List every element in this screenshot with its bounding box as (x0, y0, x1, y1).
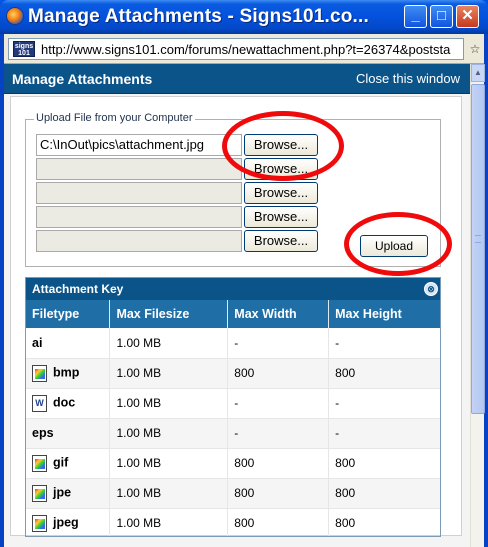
annotation-circle (344, 212, 452, 276)
address-bar: signs 101 http://www.signs101.com/forums… (4, 34, 484, 64)
minimize-button[interactable]: _ (404, 5, 427, 28)
file-path-input[interactable] (36, 158, 242, 180)
filetype-cell: Wdoc (26, 388, 111, 419)
max-filesize-cell: 1.00 MB (109, 388, 229, 419)
upload-legend: Upload File from your Computer (34, 112, 195, 124)
image-icon (32, 484, 47, 502)
column-header: Max Width (227, 300, 330, 328)
max-height-cell: 800 (328, 478, 440, 509)
close-this-window-link[interactable]: Close this window (356, 71, 460, 86)
filetype-label: eps (32, 426, 54, 440)
filetype-cell: bmp (26, 358, 111, 389)
word-icon: W (32, 394, 47, 412)
table-row: bmp 1.00 MB 800 800 (26, 358, 440, 389)
filetype-cell: eps (26, 418, 111, 449)
table-row: jpe 1.00 MB 800 800 (26, 478, 440, 509)
firefox-icon (6, 7, 24, 25)
scroll-grip-icon (475, 235, 481, 243)
max-width-cell: - (227, 418, 330, 449)
image-icon (32, 454, 47, 472)
page-title: Manage Attachments (12, 71, 153, 87)
browse-button[interactable]: Browse... (244, 206, 318, 228)
filetype-label: doc (53, 395, 76, 410)
max-height-cell: 800 (328, 358, 440, 389)
max-height-cell: 800 (328, 448, 440, 479)
filetype-label: jpe (53, 485, 72, 500)
table-header-row: Filetype Max Filesize Max Width Max Heig… (26, 300, 440, 328)
scroll-up-arrow-icon[interactable]: ▲ (471, 64, 485, 82)
filetype-label: gif (53, 455, 69, 470)
attachment-key-header: Attachment Key ⊗ (26, 278, 440, 300)
max-filesize-cell: 1.00 MB (109, 358, 229, 389)
column-header: Max Filesize (109, 300, 229, 328)
max-filesize-cell: 1.00 MB (109, 448, 229, 479)
file-row: Browse... (36, 206, 326, 228)
close-window-button[interactable]: ✕ (456, 5, 479, 28)
browse-button[interactable]: Browse... (244, 182, 318, 204)
url-field[interactable]: signs 101 http://www.signs101.com/forums… (8, 38, 464, 60)
filetype-label: bmp (53, 365, 80, 380)
max-filesize-cell: 1.00 MB (109, 418, 229, 449)
table-row: jpeg 1.00 MB 800 800 (26, 508, 440, 536)
column-header: Max Height (328, 300, 440, 328)
attachment-key-title: Attachment Key (32, 282, 124, 296)
filetype-cell: ai (26, 328, 111, 359)
max-width-cell: 800 (227, 358, 330, 389)
column-header: Filetype (26, 300, 111, 328)
filetype-label: jpeg (53, 515, 79, 530)
max-height-cell: - (328, 418, 440, 449)
max-width-cell: - (227, 388, 330, 419)
file-path-input[interactable] (36, 230, 242, 252)
filetype-label: ai (32, 335, 43, 350)
filetype-cell: gif (26, 448, 111, 479)
attachment-key-table: Attachment Key ⊗ Filetype Max Filesize M… (25, 277, 441, 537)
filetype-cell: jpeg (26, 508, 111, 536)
max-width-cell: 800 (227, 478, 330, 509)
header-bar: Manage Attachments Close this window (4, 64, 470, 94)
table-row: Wdoc 1.00 MB - - (26, 388, 440, 419)
bookmark-star-icon[interactable]: ☆ (466, 40, 484, 58)
image-icon (32, 364, 47, 382)
max-width-cell: 800 (227, 448, 330, 479)
collapse-icon[interactable]: ⊗ (424, 282, 438, 296)
file-row: Browse... (36, 182, 326, 204)
max-filesize-cell: 1.00 MB (109, 478, 229, 509)
annotation-circle (222, 111, 344, 181)
scroll-thumb[interactable] (471, 84, 485, 414)
window-title: Manage Attachments - Signs101.co... (28, 6, 369, 27)
vertical-scrollbar[interactable]: ▲ (470, 64, 485, 547)
file-path-input[interactable]: C:\InOut\pics\attachment.jpg (36, 134, 242, 156)
filetype-table: Filetype Max Filesize Max Width Max Heig… (26, 300, 440, 536)
file-path-input[interactable] (36, 206, 242, 228)
filetype-cell: jpe (26, 478, 111, 509)
table-row: ai 1.00 MB - - (26, 328, 440, 359)
browse-button[interactable]: Browse... (244, 230, 318, 252)
max-filesize-cell: 1.00 MB (109, 328, 229, 359)
max-filesize-cell: 1.00 MB (109, 508, 229, 536)
max-height-cell: - (328, 388, 440, 419)
maximize-button[interactable]: □ (430, 5, 453, 28)
site-favicon-icon: signs 101 (13, 41, 35, 57)
max-height-cell: - (328, 328, 440, 359)
url-text: http://www.signs101.com/forums/newattach… (41, 42, 451, 57)
title-bar[interactable]: Manage Attachments - Signs101.co... _ □ … (0, 0, 488, 34)
table-row: eps 1.00 MB - - (26, 418, 440, 449)
file-row: Browse... (36, 230, 326, 252)
image-icon (32, 514, 47, 532)
max-width-cell: 800 (227, 508, 330, 536)
file-path-input[interactable] (36, 182, 242, 204)
browser-popup-window: Manage Attachments - Signs101.co... _ □ … (0, 0, 488, 547)
table-row: gif 1.00 MB 800 800 (26, 448, 440, 479)
max-height-cell: 800 (328, 508, 440, 536)
max-width-cell: - (227, 328, 330, 359)
